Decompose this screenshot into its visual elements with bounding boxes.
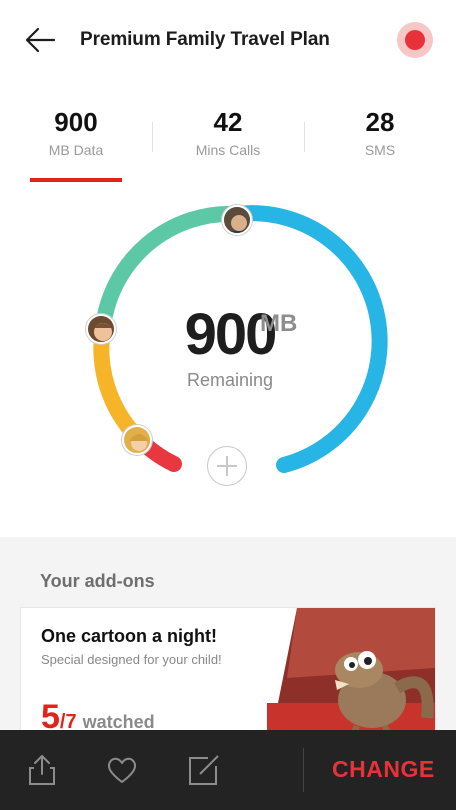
stat-value: 900: [54, 107, 98, 137]
stat-label: SMS: [364, 142, 396, 158]
share-icon[interactable]: [24, 752, 60, 788]
avatar-boy[interactable]: [86, 314, 116, 344]
record-icon[interactable]: [397, 22, 433, 58]
add-member-button[interactable]: [207, 446, 247, 486]
change-button[interactable]: CHANGE: [332, 756, 435, 783]
tab-data[interactable]: 900 MB Data: [0, 106, 152, 158]
edit-icon[interactable]: [186, 752, 222, 788]
card-subtitle: Special designed for your child!: [41, 652, 222, 667]
page-title: Premium Family Travel Plan: [80, 29, 330, 50]
toolbar-divider: [303, 748, 304, 792]
heart-icon[interactable]: [104, 752, 140, 788]
section-title: Your add-ons: [40, 571, 155, 591]
active-tab-indicator: [30, 178, 122, 182]
stat-label: MB Data: [48, 142, 104, 158]
usage-stats-tabs: 900 MB Data 42 Mins Calls 28 SMS: [0, 106, 456, 186]
watched-label: watched: [82, 712, 155, 732]
card-title: One cartoon a night!: [41, 626, 218, 646]
bottom-toolbar: CHANGE: [0, 730, 456, 810]
stat-value: 42: [213, 107, 243, 137]
stat-value: 28: [365, 107, 395, 137]
remaining-label: Remaining: [186, 370, 274, 390]
header: Premium Family Travel Plan: [0, 0, 456, 82]
stat-label: Mins Calls: [195, 142, 261, 158]
remaining-unit: MB: [260, 310, 298, 337]
tab-calls[interactable]: 42 Mins Calls: [152, 106, 304, 158]
avatar-dad[interactable]: [222, 205, 252, 235]
tab-sms[interactable]: 28 SMS: [304, 106, 456, 158]
back-arrow-icon[interactable]: [24, 26, 56, 54]
avatar-girl[interactable]: [122, 425, 152, 455]
